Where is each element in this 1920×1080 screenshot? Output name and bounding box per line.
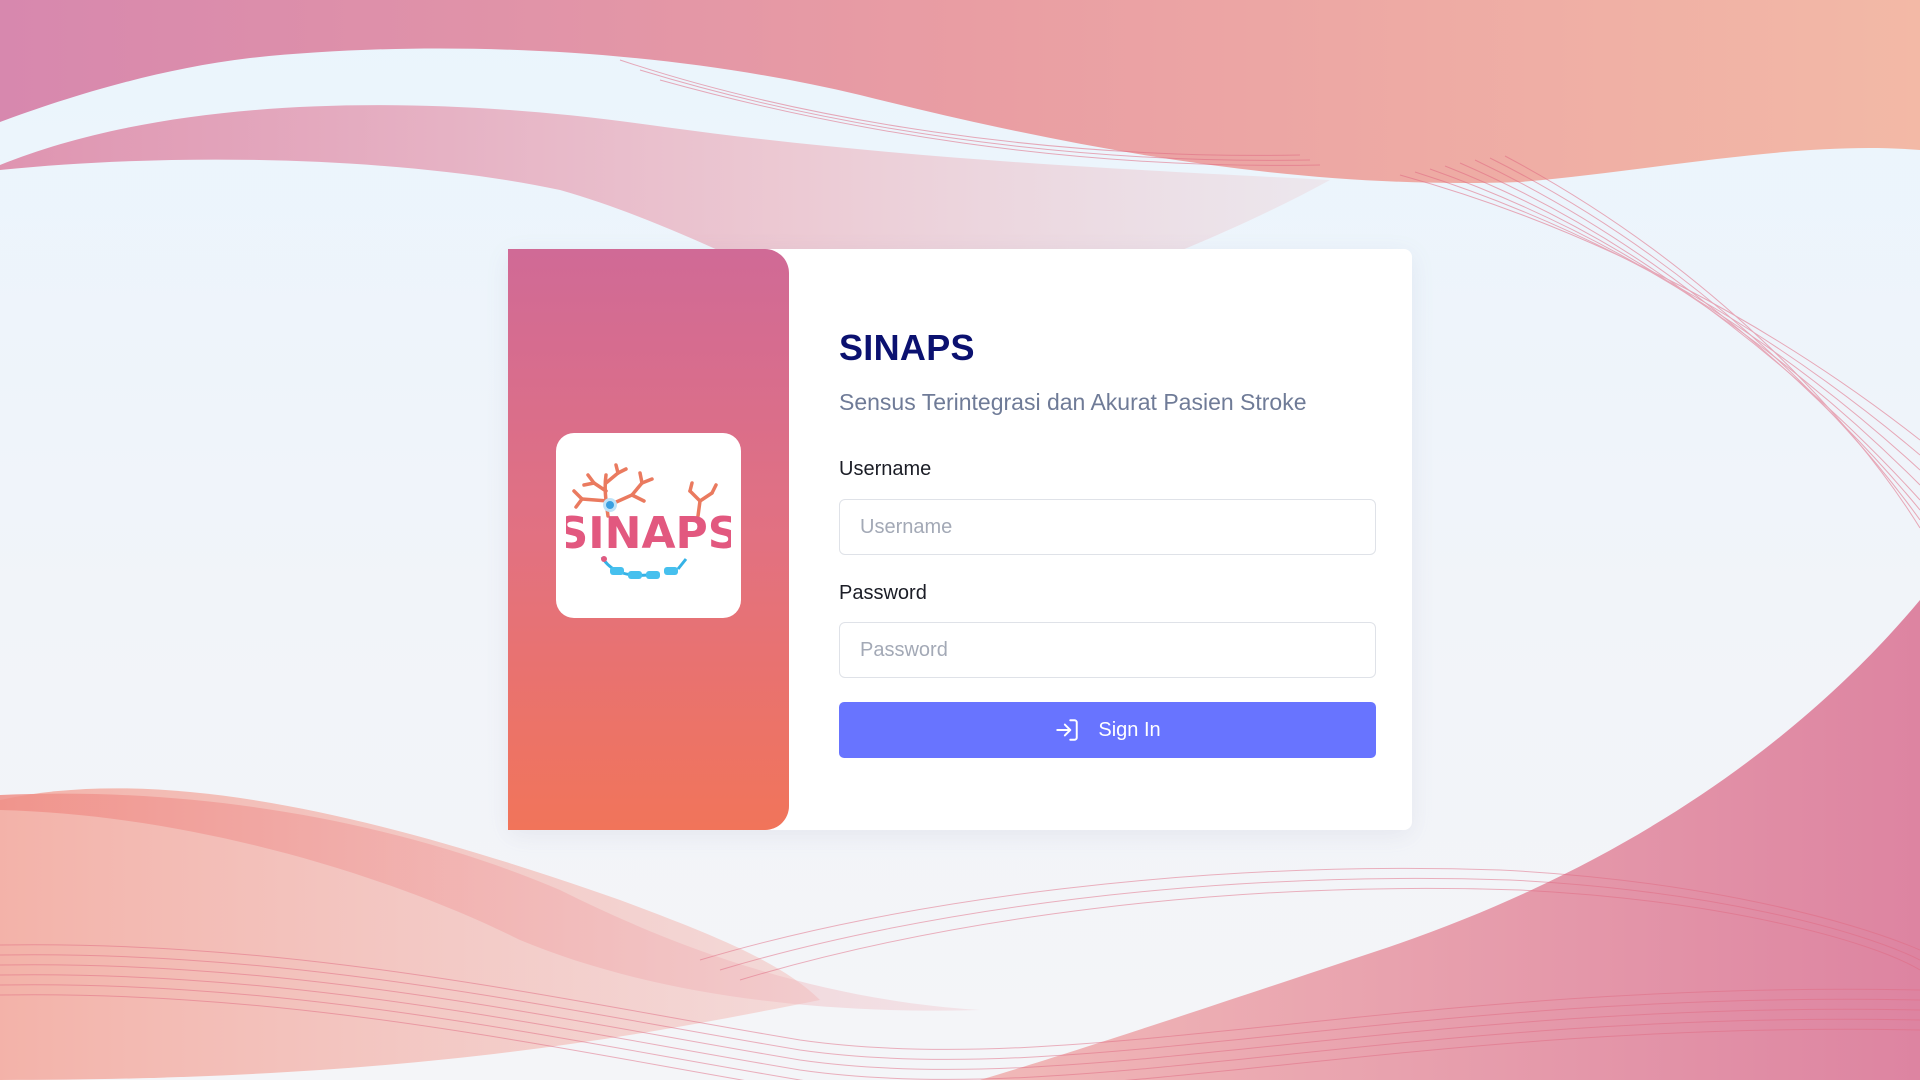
username-input[interactable] — [839, 499, 1376, 555]
app-subtitle: Sensus Terintegrasi dan Akurat Pasien St… — [839, 389, 1307, 415]
password-label: Password — [839, 582, 927, 604]
app-logo: SINAPS — [556, 433, 741, 618]
sign-in-button[interactable]: Sign In — [839, 702, 1376, 758]
sign-in-icon — [1054, 717, 1080, 743]
sign-in-label: Sign In — [1098, 718, 1161, 741]
username-label: Username — [839, 458, 932, 480]
app-title: SINAPS — [839, 327, 975, 368]
login-card: SINAPS SINAPS Sensus Terintegrasi dan Ak… — [508, 249, 1412, 830]
password-input[interactable] — [839, 622, 1376, 678]
sinaps-logo-icon: SINAPS — [566, 462, 731, 579]
logo-wordmark: SINAPS — [566, 508, 731, 559]
brand-panel: SINAPS — [508, 249, 789, 830]
